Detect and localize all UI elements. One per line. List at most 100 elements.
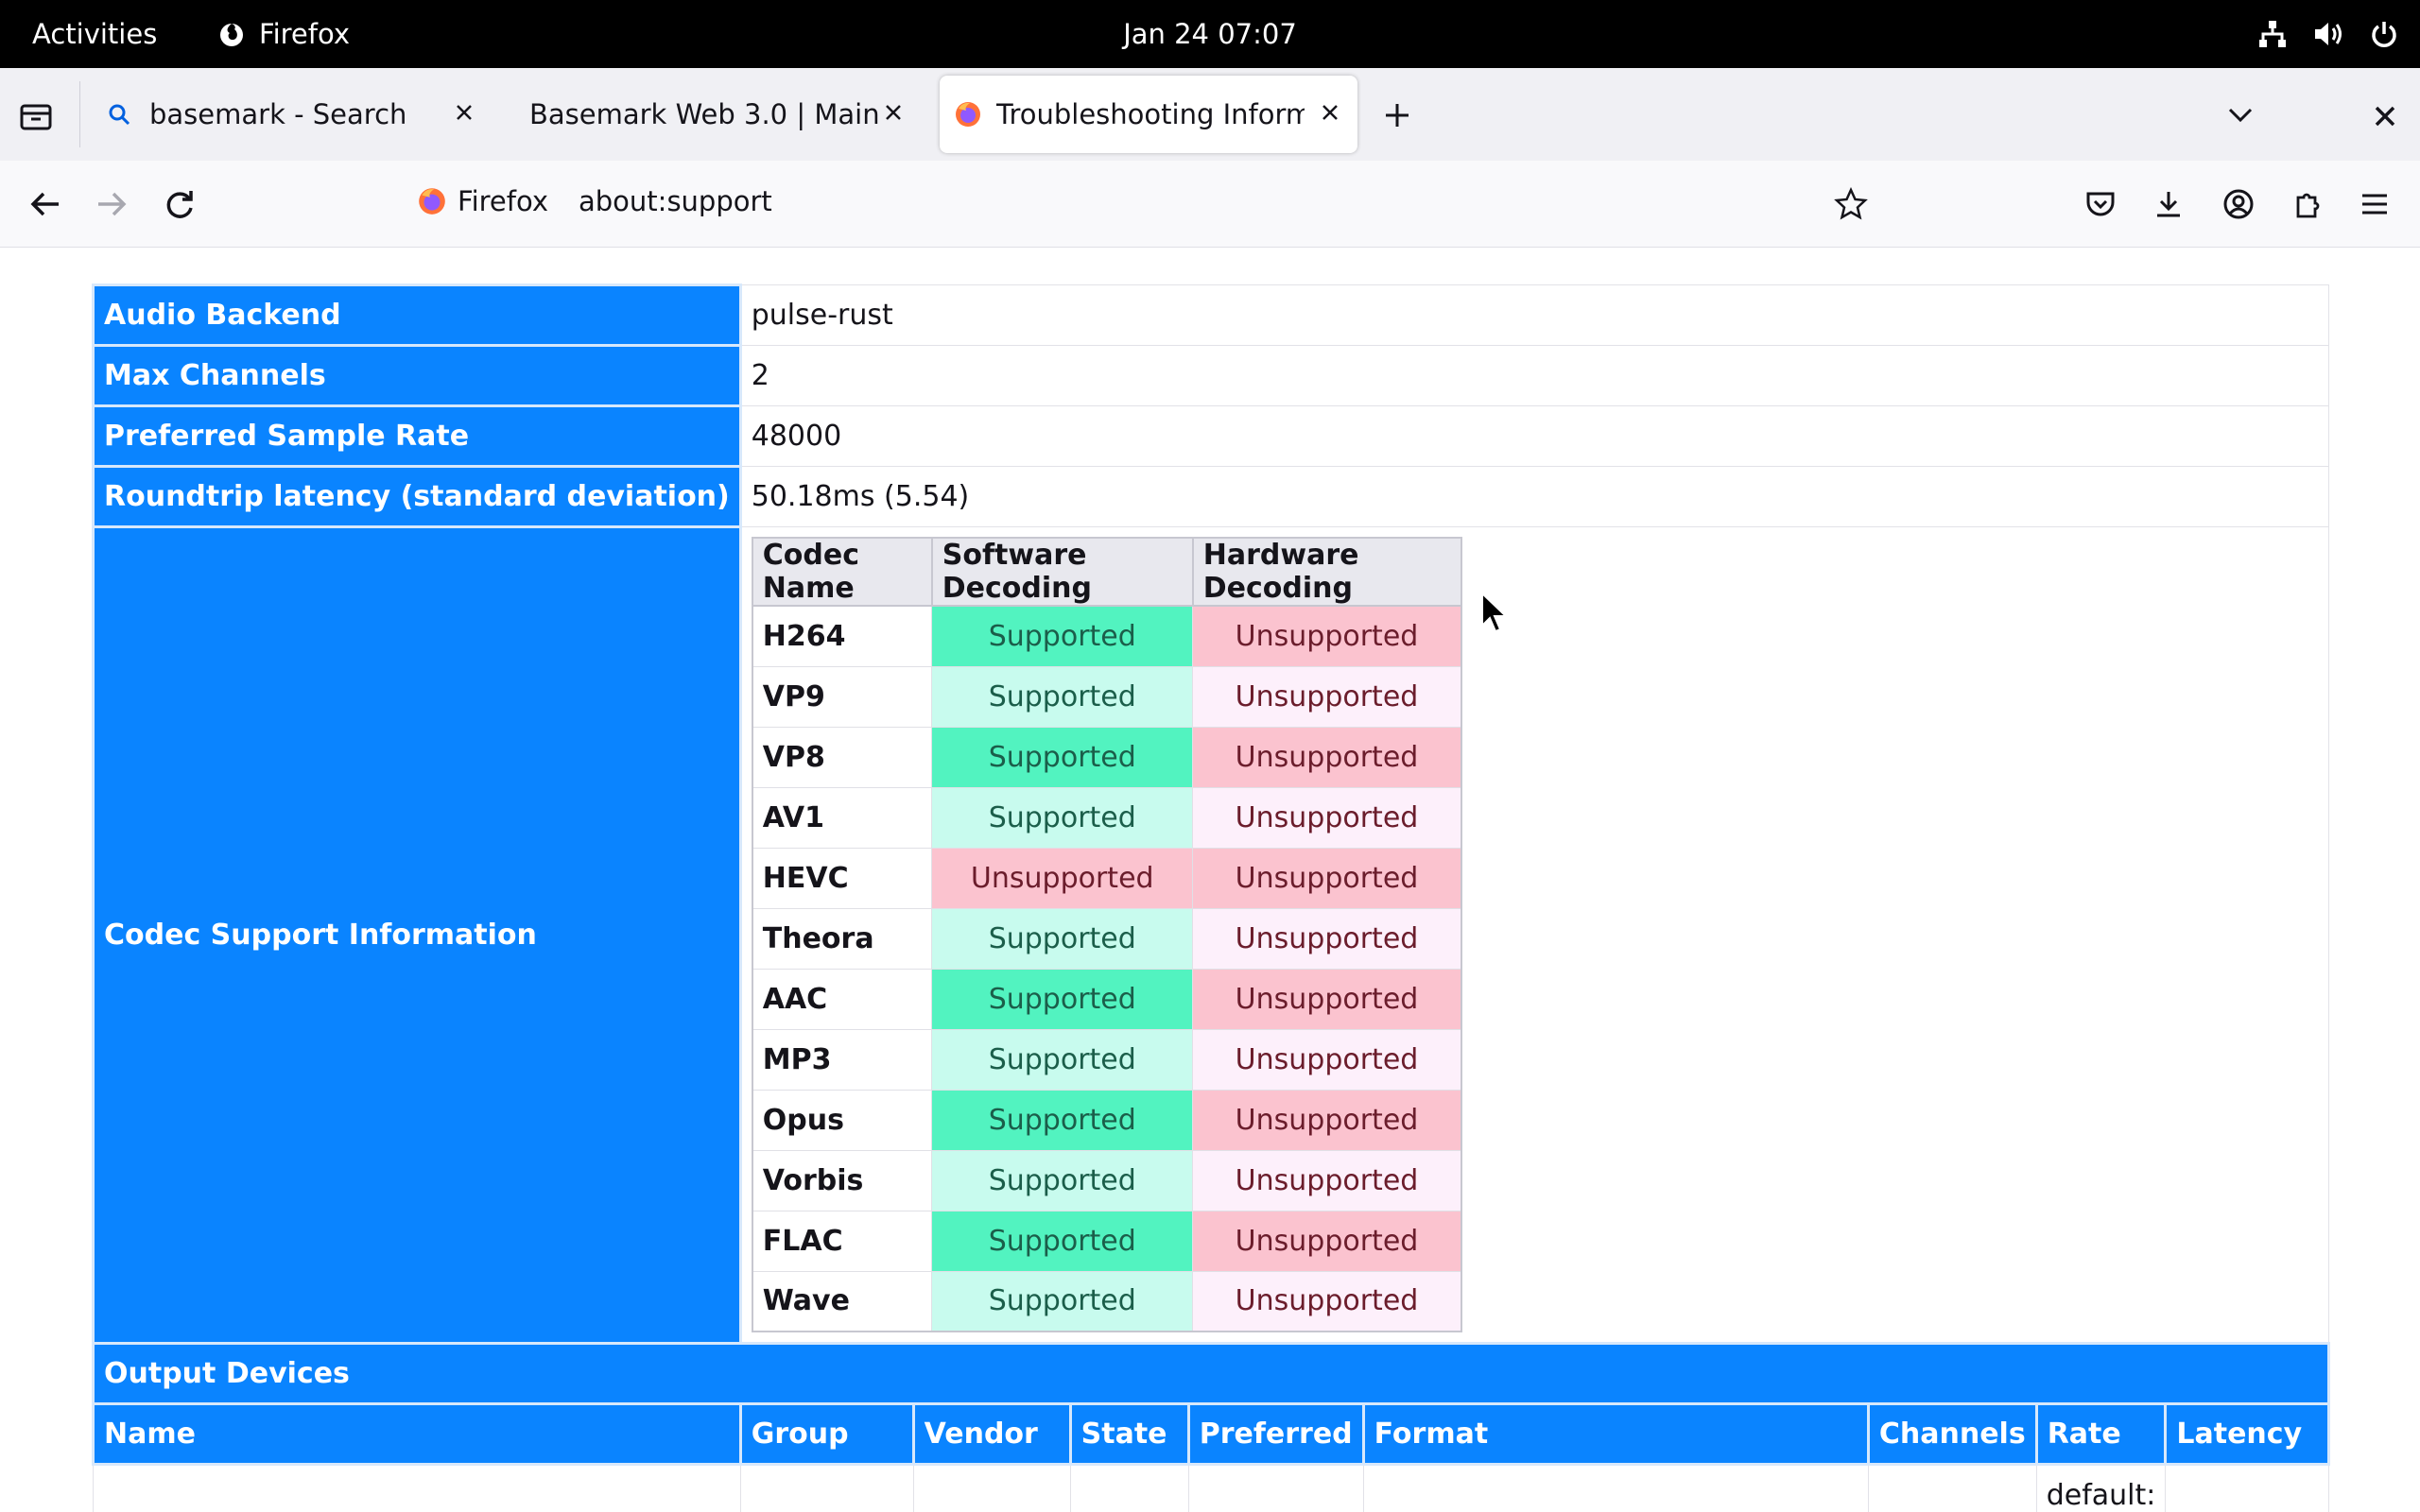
device-cell [739,1464,914,1512]
codec-row: Vorbis Supported Unsupported [752,1149,1462,1211]
tab-basemark-search[interactable]: basemark - Search [95,76,492,153]
forward-button[interactable] [91,183,132,225]
forward-arrow-icon [98,192,127,216]
output-devices-heading: Output Devices [92,1342,2330,1405]
back-button[interactable] [25,183,66,225]
software-decoding-status: Supported [931,1210,1194,1272]
software-decoding-status: Supported [931,968,1194,1030]
list-all-tabs-icon[interactable] [2225,102,2256,129]
app-name: Firefox [259,18,350,50]
power-icon[interactable] [2369,19,2399,49]
codec-header-name: Codec Name [751,537,933,607]
reload-icon [166,191,193,218]
codec-header-hardware: Hardware Decoding [1191,537,1462,607]
device-cell [1187,1464,1364,1512]
close-icon[interactable] [1316,98,1344,127]
row-label: Max Channels [92,344,742,407]
tab-title: Troubleshooting Information [996,98,1305,130]
codec-row: HEVC Unsupported Unsupported [752,847,1462,909]
navigation-toolbar: Firefox about:support [0,161,2420,248]
row-value: pulse-rust [739,284,2330,346]
star-icon [1834,187,1868,220]
device-header-name: Name [92,1402,742,1466]
app-menu[interactable]: Firefox [217,18,350,50]
codec-name: VP9 [752,665,933,728]
hardware-decoding-status: Unsupported [1192,1270,1462,1332]
codec-header-software: Software Decoding [930,537,1194,607]
codec-row: Theora Supported Unsupported [752,907,1462,970]
reload-button[interactable] [159,183,200,225]
codec-support-table: Codec Name Software Decoding Hardware De… [751,537,1462,1332]
codec-row: VP9 Supported Unsupported [752,665,1462,728]
codec-row: AAC Supported Unsupported [752,968,1462,1030]
codec-name: VP8 [752,726,933,788]
codec-row: Opus Supported Unsupported [752,1089,1462,1151]
downloads-button[interactable] [2148,183,2189,225]
close-icon[interactable] [879,98,908,127]
firefox-app-icon [220,24,243,46]
hardware-decoding-status: Unsupported [1192,665,1462,728]
bookmark-button[interactable] [1830,183,1872,225]
tab-troubleshooting[interactable]: Troubleshooting Information [940,76,1357,153]
volume-icon[interactable] [2312,19,2344,49]
device-header-vendor: Vendor [911,1402,1072,1466]
codec-row: H264 Supported Unsupported [752,605,1462,667]
app-menu-button[interactable] [2354,183,2395,225]
tab-strip: basemark - Search Basemark Web 3.0 | Mai… [0,68,2420,161]
device-header-state: State [1068,1402,1190,1466]
media-row-sample-rate: Preferred Sample Rate 48000 [92,404,2330,468]
activities-button[interactable]: Activities [32,18,157,50]
hardware-decoding-status: Unsupported [1192,847,1462,909]
url-field[interactable]: about:support [579,185,772,217]
device-cell [1362,1464,1869,1512]
codec-name: Theora [752,907,933,970]
hardware-decoding-status: Unsupported [1192,726,1462,788]
media-row-max-channels: Max Channels 2 [92,344,2330,407]
hardware-decoding-status: Unsupported [1192,968,1462,1030]
row-label: Roundtrip latency (standard deviation) [92,465,742,528]
account-button[interactable] [2218,183,2259,225]
row-value: 48000 [739,405,2330,467]
pocket-button[interactable] [2080,183,2121,225]
device-cell [912,1464,1071,1512]
extensions-button[interactable] [2286,183,2327,225]
mouse-pointer-icon [1481,592,1509,633]
codec-row: FLAC Supported Unsupported [752,1210,1462,1272]
hardware-decoding-status: Unsupported [1192,1149,1462,1211]
firefox-view-icon[interactable] [19,100,53,130]
page-content: Audio Backend pulse-rust Max Channels 2 … [0,248,2420,1512]
codec-row: MP3 Supported Unsupported [752,1028,1462,1091]
software-decoding-status: Unsupported [931,847,1194,909]
hardware-decoding-status: Unsupported [1192,605,1462,667]
system-top-bar: Activities Firefox Jan 24 07:07 [0,0,2420,68]
close-icon[interactable] [450,98,478,127]
hardware-decoding-status: Unsupported [1192,907,1462,970]
back-arrow-icon [30,192,59,216]
hardware-decoding-status: Unsupported [1192,1028,1462,1091]
identity-box[interactable]: Firefox [416,185,548,217]
firefox-icon [419,188,445,215]
clock[interactable]: Jan 24 07:07 [1123,18,1297,50]
software-decoding-status: Supported [931,1089,1194,1151]
device-header-preferred: Preferred [1186,1402,1365,1466]
device-cell [93,1464,741,1512]
row-label: Preferred Sample Rate [92,404,742,468]
puzzle-icon [2296,193,2320,218]
device-header-group: Group [738,1402,915,1466]
tab-basemark-web[interactable]: Basemark Web 3.0 | Main page [514,76,921,153]
hardware-decoding-status: Unsupported [1192,786,1462,849]
device-header-rate: Rate [2034,1402,2168,1466]
new-tab-icon[interactable] [1382,100,1412,130]
codec-name: MP3 [752,1028,933,1091]
row-value: 2 [739,345,2330,406]
device-rate-cell: default: [2035,1464,2167,1512]
codec-name: H264 [752,605,933,667]
hardware-decoding-status: Unsupported [1192,1089,1462,1151]
network-icon[interactable] [2257,19,2288,49]
device-table-header: Name Group Vendor State Preferred Format… [92,1402,2330,1466]
device-header-format: Format [1361,1402,1870,1466]
software-decoding-status: Supported [931,1028,1194,1091]
codec-row: VP8 Supported Unsupported [752,726,1462,788]
account-icon [2223,189,2254,219]
close-window-icon[interactable] [2371,102,2399,130]
